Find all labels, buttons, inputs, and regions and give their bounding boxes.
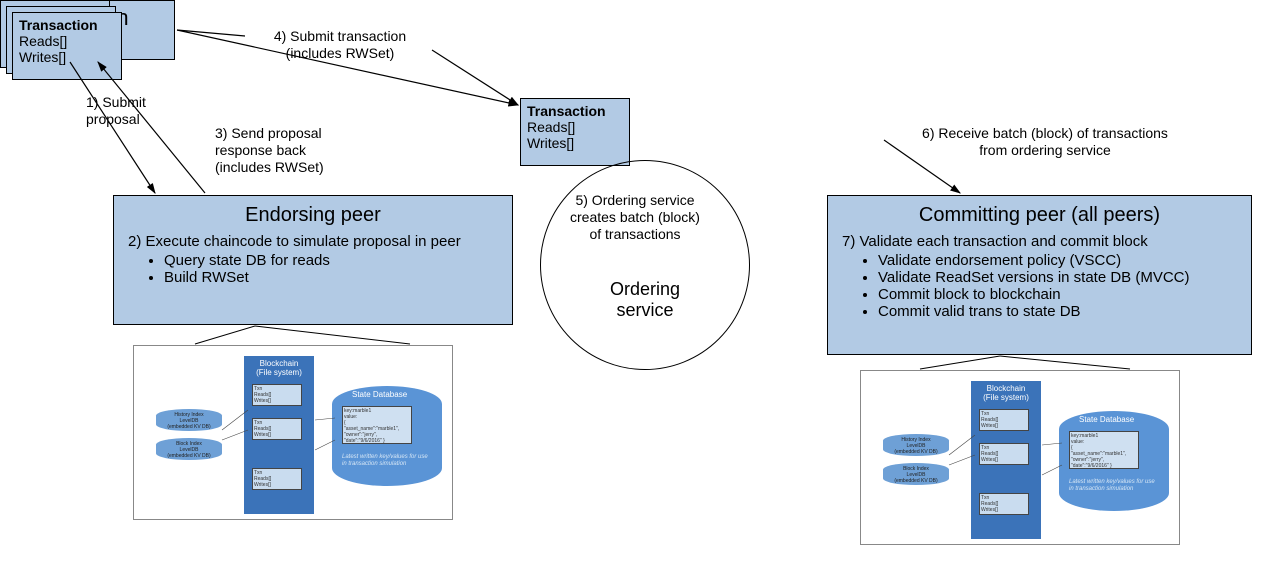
- peer-internals-right: Blockchain (File system) Txn Reads[] Wri…: [860, 370, 1180, 545]
- tx-title-2: Transaction: [19, 17, 115, 33]
- history-index-right: History Index LevelDB (embedded KV DB): [883, 434, 949, 456]
- txn-mini-r3: Txn Reads[] Writes[]: [979, 493, 1029, 515]
- ordering-title: Ordering service: [541, 279, 749, 321]
- committing-b2: Validate ReadSet versions in state DB (M…: [878, 269, 1237, 286]
- db-note-left: Latest written key/values for use in tra…: [342, 454, 437, 468]
- history-index-left: History Index LevelDB (embedded KV DB): [156, 409, 222, 431]
- tx-title: Transaction: [527, 103, 623, 119]
- block-index-right: Block Index LevelDB (embedded KV DB): [883, 463, 949, 485]
- txn-mini-l1: Txn Reads[] Writes[]: [252, 384, 302, 406]
- txn-mini-l3: Txn Reads[] Writes[]: [252, 468, 302, 490]
- state-db-title-right: State Database: [1079, 415, 1134, 424]
- db-note-right: Latest written key/values for use in tra…: [1069, 479, 1164, 493]
- committing-title: Committing peer (all peers): [842, 204, 1237, 227]
- tx-reads: Reads[]: [527, 119, 623, 135]
- tx-writes: Writes[]: [527, 135, 623, 151]
- committing-b1: Validate endorsement policy (VSCC): [878, 252, 1237, 269]
- label-4: 4) Submit transaction (includes RWSet): [250, 28, 430, 62]
- tx-stack-front: Transaction Reads[] Writes[]: [12, 12, 122, 80]
- peer-internals-left: Blockchain (File system) Txn Reads[] Wri…: [133, 345, 453, 520]
- label-1: 1) Submit proposal: [86, 94, 166, 128]
- label-5: 5) Ordering service creates batch (block…: [562, 192, 708, 243]
- committing-b4: Commit valid trans to state DB: [878, 303, 1237, 320]
- label-3: 3) Send proposal response back (includes…: [215, 125, 365, 176]
- block-index-left: Block Index LevelDB (embedded KV DB): [156, 438, 222, 460]
- committing-peer-box: Committing peer (all peers) 7) Validate …: [827, 195, 1252, 355]
- endorsing-b2: Build RWSet: [164, 269, 498, 286]
- committing-step: 7) Validate each transaction and commit …: [842, 233, 1237, 250]
- tx-writes-2: Writes[]: [19, 49, 115, 65]
- endorsing-peer-box: Endorsing peer 2) Execute chaincode to s…: [113, 195, 513, 325]
- committing-b3: Commit block to blockchain: [878, 286, 1237, 303]
- kv-sample-right: key:marble1 value: { "asset_name":"marbl…: [1069, 431, 1139, 469]
- endorsing-title: Endorsing peer: [128, 204, 498, 227]
- txn-mini-r2: Txn Reads[] Writes[]: [979, 443, 1029, 465]
- endorsing-b1: Query state DB for reads: [164, 252, 498, 269]
- txn-mini-r1: Txn Reads[] Writes[]: [979, 409, 1029, 431]
- txn-mini-l2: Txn Reads[] Writes[]: [252, 418, 302, 440]
- endorsing-step: 2) Execute chaincode to simulate proposa…: [128, 233, 498, 250]
- state-db-title-left: State Database: [352, 390, 407, 399]
- label-6: 6) Receive batch (block) of transactions…: [905, 125, 1185, 159]
- tx-reads-2: Reads[]: [19, 33, 115, 49]
- transaction-box-single: Transaction Reads[] Writes[]: [520, 98, 630, 166]
- kv-sample-left: key:marble1 value: { "asset_name":"marbl…: [342, 406, 412, 444]
